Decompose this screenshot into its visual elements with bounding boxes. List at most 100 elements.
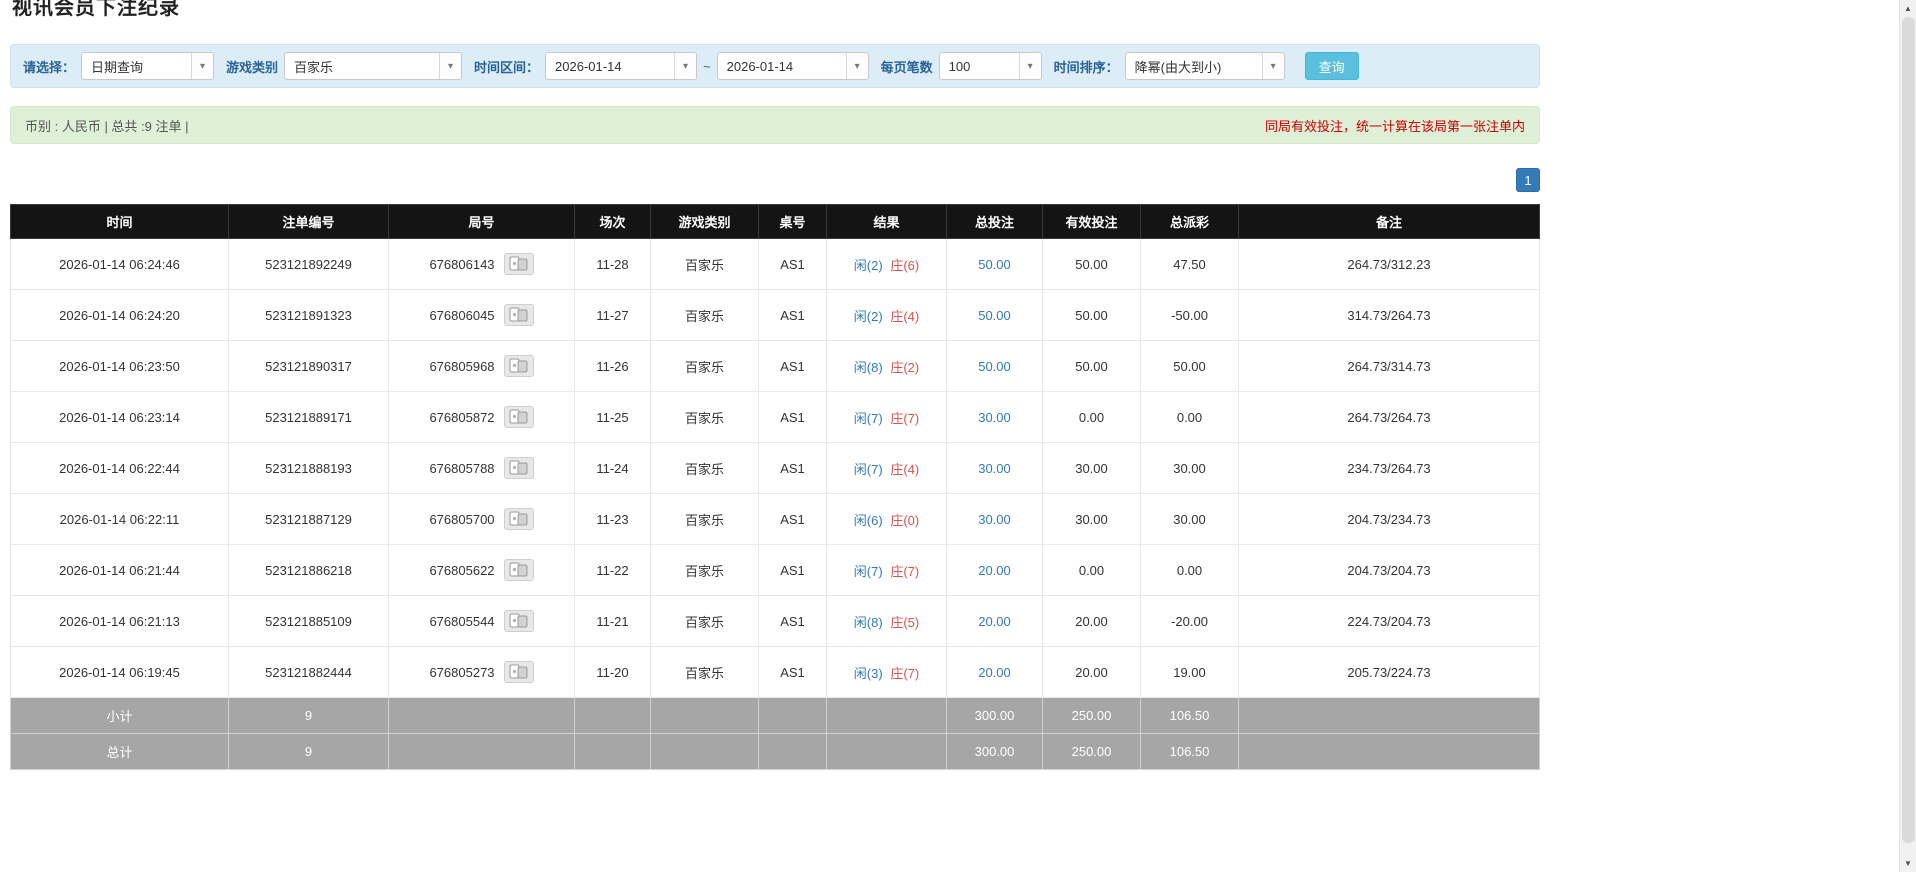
grand-total-row: 总计 9 300.00 250.00 106.50 (10, 733, 1540, 770)
result-banker: 庄(6) (890, 257, 920, 273)
column-header: 场次 (574, 204, 651, 239)
cell-remark: 264.73/314.73 (1238, 340, 1540, 392)
cell-payout: 47.50 (1140, 238, 1239, 290)
summary-bar: 币别 : 人民币 | 总共 :9 注单 | 同局有效投注，统一计算在该局第一张注… (10, 106, 1540, 144)
subtotal-valid-bet: 250.00 (1042, 697, 1141, 734)
cell-remark: 264.73/312.23 (1238, 238, 1540, 290)
cell-game-category: 百家乐 (650, 289, 759, 341)
table-body: 2026-01-14 06:24:46 523121892249 6768061… (10, 238, 1540, 698)
cell-session: 11-28 (574, 238, 651, 290)
query-type-select[interactable]: 日期查询 ▾ (81, 52, 215, 80)
cell-result: 闲(2) 庄(4) (826, 289, 947, 341)
table-row: 2026-01-14 06:24:46 523121892249 6768061… (10, 238, 1540, 290)
result-player: 闲(3) (853, 665, 883, 681)
game-result-cards-icon[interactable] (503, 508, 534, 530)
round-id-text: 676805700 (429, 511, 495, 527)
cell-time: 2026-01-14 06:24:20 (10, 289, 229, 341)
page-number-button[interactable]: 1 (1516, 168, 1540, 192)
cell-total-bet[interactable]: 20.00 (946, 544, 1043, 596)
game-result-cards-icon[interactable] (503, 355, 534, 377)
game-result-cards-icon[interactable] (503, 661, 534, 683)
game-result-cards-icon[interactable] (503, 559, 534, 581)
footer-empty-cell (758, 697, 827, 734)
cell-total-bet[interactable]: 30.00 (946, 391, 1043, 443)
cell-valid-bet: 50.00 (1042, 238, 1141, 290)
range-separator: ~ (703, 58, 711, 74)
cell-valid-bet: 50.00 (1042, 289, 1141, 341)
date-from-select[interactable]: 2026-01-14 ▾ (545, 52, 698, 80)
subtotal-count: 9 (228, 697, 389, 734)
chevron-down-icon[interactable]: ▾ (439, 53, 462, 79)
cell-time: 2026-01-14 06:21:13 (10, 595, 229, 647)
footer-empty-cell (574, 733, 651, 770)
game-result-cards-icon[interactable] (503, 406, 534, 428)
cell-total-bet[interactable]: 20.00 (946, 595, 1043, 647)
pagination-top: 1 (10, 168, 1540, 192)
cell-game-category: 百家乐 (650, 646, 759, 698)
game-result-cards-icon[interactable] (503, 457, 534, 479)
result-banker: 庄(5) (890, 614, 920, 630)
cell-session: 11-21 (574, 595, 651, 647)
cell-payout: 0.00 (1140, 391, 1239, 443)
cell-table-no: AS1 (758, 493, 827, 545)
vertical-scrollbar[interactable]: ▲ ▼ (1899, 0, 1916, 872)
cell-round-id: 676805788 (388, 442, 575, 494)
cell-bet-id: 523121885109 (228, 595, 389, 647)
cell-result: 闲(8) 庄(5) (826, 595, 947, 647)
cell-total-bet[interactable]: 30.00 (946, 442, 1043, 494)
game-category-select[interactable]: 百家乐 ▾ (284, 52, 463, 80)
cell-payout: 30.00 (1140, 493, 1239, 545)
chevron-down-icon[interactable]: ▾ (1261, 53, 1284, 79)
cell-valid-bet: 20.00 (1042, 595, 1141, 647)
cell-payout: -20.00 (1140, 595, 1239, 647)
chevron-down-icon[interactable]: ▾ (191, 53, 214, 79)
cell-result: 闲(8) 庄(2) (826, 340, 947, 392)
cell-total-bet[interactable]: 50.00 (946, 289, 1043, 341)
game-result-cards-icon[interactable] (503, 304, 534, 326)
scrollbar-thumb[interactable] (1902, 17, 1915, 843)
date-to-select[interactable]: 2026-01-14 ▾ (716, 52, 869, 80)
column-header: 总投注 (946, 204, 1043, 239)
valid-bet-notice: 同局有效投注，统一计算在该局第一张注单内 (1264, 118, 1525, 134)
column-header: 注单编号 (228, 204, 389, 239)
cell-total-bet[interactable]: 30.00 (946, 493, 1043, 545)
table-row: 2026-01-14 06:21:13 523121885109 6768055… (10, 595, 1540, 647)
cell-total-bet[interactable]: 20.00 (946, 646, 1043, 698)
result-player: 闲(7) (853, 563, 883, 579)
cell-remark: 234.73/264.73 (1238, 442, 1540, 494)
cell-payout: 50.00 (1140, 340, 1239, 392)
per-page-select[interactable]: 100 ▾ (938, 52, 1042, 80)
game-result-cards-icon[interactable] (503, 253, 534, 275)
result-player: 闲(7) (853, 461, 883, 477)
game-category-value: 百家乐 (294, 59, 334, 75)
chevron-down-icon[interactable]: ▾ (674, 53, 697, 79)
column-header: 时间 (10, 204, 229, 239)
table-row: 2026-01-14 06:21:44 523121886218 6768056… (10, 544, 1540, 596)
chevron-down-icon[interactable]: ▾ (845, 53, 868, 79)
game-result-cards-icon[interactable] (503, 610, 534, 632)
cell-valid-bet: 50.00 (1042, 340, 1141, 392)
result-player: 闲(2) (853, 257, 883, 273)
footer-empty-cell (388, 733, 575, 770)
query-button[interactable]: 查询 (1304, 52, 1359, 80)
result-banker: 庄(2) (890, 359, 920, 375)
cell-round-id: 676806045 (388, 289, 575, 341)
footer-empty-cell (650, 733, 759, 770)
cell-total-bet[interactable]: 50.00 (946, 340, 1043, 392)
query-type-label: 请选择： (23, 59, 76, 75)
scroll-up-icon[interactable]: ▲ (1900, 0, 1916, 17)
cell-bet-id: 523121887129 (228, 493, 389, 545)
chevron-down-icon[interactable]: ▾ (1018, 53, 1041, 79)
cell-remark: 205.73/224.73 (1238, 646, 1540, 698)
cell-total-bet[interactable]: 50.00 (946, 238, 1043, 290)
round-id-text: 676805273 (429, 664, 495, 680)
date-to-value: 2026-01-14 (726, 58, 794, 74)
time-sort-value: 降幂(由大到小) (1134, 59, 1222, 75)
cell-round-id: 676805622 (388, 544, 575, 596)
cell-result: 闲(2) 庄(6) (826, 238, 947, 290)
time-sort-select[interactable]: 降幂(由大到小) ▾ (1124, 52, 1285, 80)
scroll-down-icon[interactable]: ▼ (1900, 855, 1916, 872)
cell-bet-id: 523121888193 (228, 442, 389, 494)
cell-bet-id: 523121891323 (228, 289, 389, 341)
round-id-text: 676805544 (429, 613, 495, 629)
